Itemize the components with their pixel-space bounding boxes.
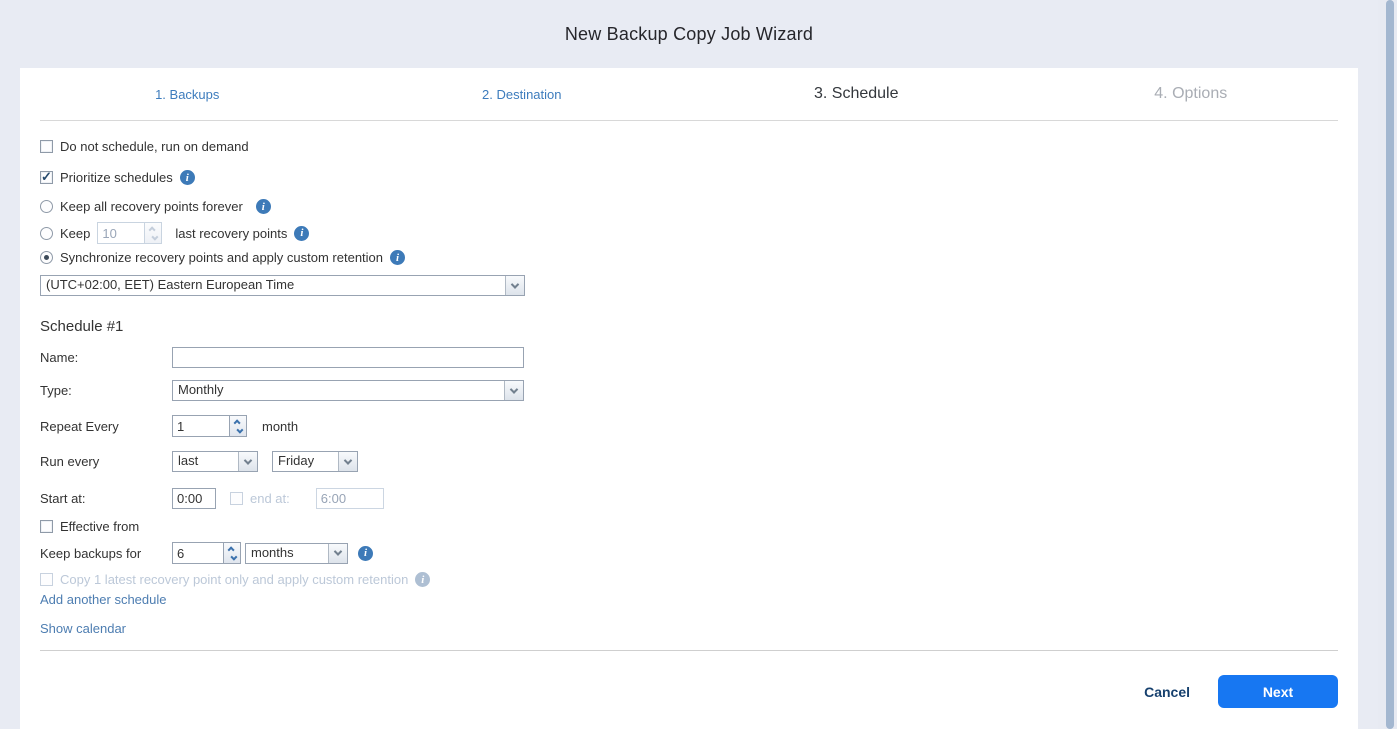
run-every-ordinal-select[interactable]: last <box>172 451 258 472</box>
spinner-arrows[interactable] <box>229 415 247 437</box>
tabs-divider <box>40 120 1338 121</box>
start-at-input[interactable] <box>172 488 216 509</box>
spinner-down-icon <box>145 233 161 243</box>
keep-backups-input[interactable] <box>172 542 224 564</box>
run-every-weekday-select[interactable]: Friday <box>272 451 358 472</box>
repeat-every-label: Repeat Every <box>40 419 172 434</box>
type-select[interactable]: Monthly <box>172 380 524 401</box>
window-title: New Backup Copy Job Wizard <box>565 24 813 45</box>
keep-count-input <box>97 222 145 244</box>
schedule-heading: Schedule #1 <box>40 318 1338 335</box>
end-at-input <box>316 488 384 509</box>
retention-sync-label: Synchronize recovery points and apply cu… <box>60 250 383 265</box>
check-icon: ✓ <box>41 169 52 185</box>
type-value: Monthly <box>173 381 504 400</box>
run-on-demand-row: Do not schedule, run on demand <box>40 139 1338 154</box>
wizard-panel: 1. Backups 2. Destination 3. Schedule 4.… <box>20 68 1358 729</box>
retention-forever-label: Keep all recovery points forever <box>60 199 243 214</box>
tab-options: 4. Options <box>1024 85 1359 103</box>
keep-backups-unit-select[interactable]: months <box>245 543 348 564</box>
keep-backups-label: Keep backups for <box>40 546 172 561</box>
prioritize-checkbox[interactable]: ✓ <box>40 171 53 184</box>
chevron-down-icon <box>338 452 357 471</box>
chevron-down-icon <box>504 381 523 400</box>
next-button[interactable]: Next <box>1218 675 1338 708</box>
effective-from-checkbox[interactable] <box>40 520 53 533</box>
name-label: Name: <box>40 350 172 365</box>
info-icon: i <box>415 572 430 587</box>
retention-forever-row: Keep all recovery points forever i <box>40 199 1338 214</box>
prioritize-label: Prioritize schedules <box>60 170 173 185</box>
scrollbar-track[interactable] <box>1378 0 1397 729</box>
name-row: Name: <box>40 347 1338 368</box>
end-at-checkbox <box>230 492 243 505</box>
keep-backups-unit-value: months <box>246 544 328 563</box>
retention-keep-prefix: Keep <box>60 226 90 241</box>
run-every-ordinal-value: last <box>173 452 238 471</box>
spinner-down-icon[interactable] <box>224 553 240 563</box>
repeat-every-unit: month <box>262 419 298 434</box>
end-at-label: end at: <box>250 491 290 506</box>
retention-keep-row: Keep last recovery points i <box>40 222 1338 244</box>
spinner-down-icon[interactable] <box>230 426 246 436</box>
chevron-down-icon <box>505 276 524 295</box>
info-icon[interactable]: i <box>358 546 373 561</box>
cancel-button[interactable]: Cancel <box>1144 684 1190 700</box>
run-on-demand-label: Do not schedule, run on demand <box>60 139 249 154</box>
keep-count-spinner <box>97 222 162 244</box>
scrollbar-thumb[interactable] <box>1386 0 1394 729</box>
tab-backups[interactable]: 1. Backups <box>20 87 355 102</box>
schedule-step-content: Do not schedule, run on demand ✓ Priorit… <box>20 139 1358 636</box>
footer: Cancel Next <box>20 651 1358 708</box>
retention-forever-radio[interactable] <box>40 200 53 213</box>
tab-destination[interactable]: 2. Destination <box>355 87 690 102</box>
chevron-down-icon <box>238 452 257 471</box>
copy-latest-row: Copy 1 latest recovery point only and ap… <box>40 572 1338 587</box>
repeat-every-spinner[interactable] <box>172 415 247 437</box>
retention-keep-radio[interactable] <box>40 227 53 240</box>
spinner-up-icon[interactable] <box>230 416 246 426</box>
retention-keep-suffix: last recovery points <box>175 226 287 241</box>
run-every-label: Run every <box>40 454 172 469</box>
repeat-every-input[interactable] <box>172 415 230 437</box>
type-row: Type: Monthly <box>40 380 1338 401</box>
run-every-weekday-value: Friday <box>273 452 338 471</box>
prioritize-row: ✓ Prioritize schedules i <box>40 170 1338 185</box>
start-at-row: Start at: end at: <box>40 488 1338 509</box>
copy-latest-label: Copy 1 latest recovery point only and ap… <box>60 572 408 587</box>
show-calendar-link[interactable]: Show calendar <box>40 621 126 636</box>
spinner-up-icon[interactable] <box>224 543 240 553</box>
timezone-row: (UTC+02:00, EET) Eastern European Time <box>40 275 1338 296</box>
type-label: Type: <box>40 383 172 398</box>
info-icon[interactable]: i <box>256 199 271 214</box>
wizard-window: New Backup Copy Job Wizard 1. Backups 2.… <box>0 0 1397 729</box>
timezone-select[interactable]: (UTC+02:00, EET) Eastern European Time <box>40 275 525 296</box>
add-another-schedule-link[interactable]: Add another schedule <box>40 592 166 607</box>
retention-sync-row: Synchronize recovery points and apply cu… <box>40 250 1338 265</box>
keep-backups-spinner[interactable] <box>172 542 241 564</box>
info-icon[interactable]: i <box>180 170 195 185</box>
effective-from-label: Effective from <box>60 519 139 534</box>
start-at-label: Start at: <box>40 491 172 506</box>
spinner-arrows <box>144 222 162 244</box>
repeat-every-row: Repeat Every month <box>40 415 1338 437</box>
window-header: New Backup Copy Job Wizard <box>20 0 1358 68</box>
run-on-demand-checkbox[interactable] <box>40 140 53 153</box>
wizard-steps: 1. Backups 2. Destination 3. Schedule 4.… <box>20 68 1358 120</box>
run-every-row: Run every last Friday <box>40 451 1338 472</box>
retention-sync-radio[interactable] <box>40 251 53 264</box>
keep-backups-row: Keep backups for months i <box>40 542 1338 564</box>
info-icon[interactable]: i <box>390 250 405 265</box>
tab-schedule[interactable]: 3. Schedule <box>689 85 1024 103</box>
spinner-up-icon <box>145 223 161 233</box>
copy-latest-checkbox <box>40 573 53 586</box>
timezone-value: (UTC+02:00, EET) Eastern European Time <box>41 276 505 295</box>
spinner-arrows[interactable] <box>223 542 241 564</box>
name-input[interactable] <box>172 347 524 368</box>
info-icon[interactable]: i <box>294 226 309 241</box>
chevron-down-icon <box>328 544 347 563</box>
effective-from-row: Effective from <box>40 519 1338 534</box>
